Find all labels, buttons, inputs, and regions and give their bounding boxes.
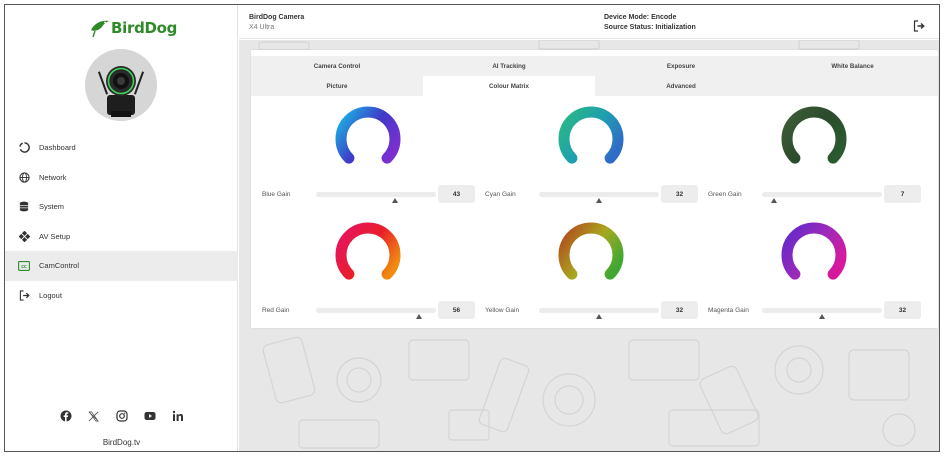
camera-image [85,49,157,121]
gain-value-input[interactable]: 32 [884,301,921,319]
tab-exposure[interactable]: Exposure [595,56,767,76]
device-mode: Device Mode: Encode [604,14,677,21]
settings-panel: Camera Control AI Tracking Exposure Whit… [251,50,938,328]
tab-camera-control[interactable]: Camera Control [251,56,423,76]
gain-value-input[interactable]: 7 [884,185,921,203]
brand-logo: BirdDog [89,15,177,41]
sidebar-item-camcontrol[interactable]: cc CamControl [5,251,238,281]
instagram-icon[interactable] [115,409,129,423]
gain-label: Blue Gain [262,191,291,198]
sidebar-item-label: CamControl [39,261,80,271]
logout-button[interactable] [913,19,925,32]
tabs-row-secondary: Picture Colour Matrix Advanced [251,76,938,96]
gain-control: Red Gain 56 [251,212,480,328]
globe-icon [18,171,30,183]
sidebar-item-label: AV Setup [39,231,71,241]
sidebar-item-system[interactable]: System [5,192,238,222]
tab-empty [767,76,938,96]
tabs-row-primary: Camera Control AI Tracking Exposure Whit… [251,56,938,76]
sidebar-item-label: System [39,202,65,212]
sidebar-item-label: Dashboard [39,143,76,153]
camera-name: BirdDog Camera [249,14,305,21]
gain-slider[interactable] [762,192,882,197]
gain-control: Green Gain 7 [697,96,926,212]
gain-label: Red Gain [262,307,290,314]
gain-slider[interactable] [316,192,436,197]
database-icon [18,201,30,213]
logout-icon [913,20,925,32]
gain-control: Cyan Gain 32 [474,96,703,212]
social-links [5,409,238,423]
gain-slider[interactable] [762,308,882,313]
gain-value-input[interactable]: 32 [661,301,698,319]
colour-arc-icon [781,222,847,280]
x-icon[interactable] [87,409,101,423]
gain-control: Yellow Gain 32 [474,212,703,328]
sidebar-item-logout[interactable]: Logout [5,281,238,311]
colour-arc-icon [558,106,624,164]
slider-thumb[interactable] [392,198,399,203]
camera-model: X4 Ultra [249,24,275,31]
logout-icon [18,289,30,301]
linkedin-icon[interactable] [171,409,185,423]
gain-label: Green Gain [708,191,742,198]
slider-thumb[interactable] [596,314,602,319]
gain-slider[interactable] [539,192,659,197]
site-link[interactable]: BirdDog.tv [5,438,238,447]
sidebar-item-label: Logout [39,290,62,300]
dashboard-icon [18,142,30,154]
top-header: BirdDog Camera X4 Ultra Device Mode: Enc… [239,5,939,39]
tab-colour-matrix[interactable]: Colour Matrix [423,76,595,96]
gain-value-input[interactable]: 32 [661,185,698,203]
tab-white-balance[interactable]: White Balance [767,56,938,76]
colour-arc-icon [558,222,624,280]
sidebar-nav: Dashboard Network System AV Setup cc Cam… [5,133,238,310]
gain-value-input[interactable]: 56 [438,301,475,319]
slider-thumb[interactable] [596,198,602,203]
gain-label: Magenta Gain [708,307,749,314]
source-status: Source Status: Initialization [604,24,696,31]
youtube-icon[interactable] [143,409,157,423]
av-setup-icon [18,230,30,242]
bird-logo-icon [91,20,109,38]
svg-text:cc: cc [21,264,27,270]
gain-control: Blue Gain 43 [251,96,480,212]
gain-slider[interactable] [539,308,659,313]
slider-thumb[interactable] [819,314,825,319]
tab-ai-tracking[interactable]: AI Tracking [423,56,595,76]
brand-name: BirdDog [111,19,178,37]
main-area: Camera Control AI Tracking Exposure Whit… [239,40,939,451]
camera-avatar [85,49,157,121]
colour-arc-icon [781,106,847,164]
sidebar-item-av-setup[interactable]: AV Setup [5,222,238,252]
sidebar-item-network[interactable]: Network [5,163,238,193]
sidebar: BirdDog Dashboard Network System AV Setu… [5,5,238,451]
colour-matrix-content: Blue Gain 43 Cyan Gain 32 Green Gain 7 Red Gai… [251,96,938,328]
gain-value-input[interactable]: 43 [438,185,475,203]
tab-advanced[interactable]: Advanced [595,76,767,96]
slider-thumb[interactable] [771,198,777,203]
colour-arc-icon [335,106,401,164]
tab-picture[interactable]: Picture [251,76,423,96]
app-window: BirdDog Dashboard Network System AV Setu… [4,4,940,452]
sidebar-item-label: Network [39,172,67,182]
gain-label: Yellow Gain [485,307,520,314]
gain-label: Cyan Gain [485,191,516,198]
slider-thumb[interactable] [416,314,423,319]
colour-arc-icon [335,222,401,280]
facebook-icon[interactable] [59,409,73,423]
sidebar-item-dashboard[interactable]: Dashboard [5,133,238,163]
gain-control: Magenta Gain 32 [697,212,926,328]
gain-slider[interactable] [316,308,436,313]
cc-icon: cc [18,260,30,272]
